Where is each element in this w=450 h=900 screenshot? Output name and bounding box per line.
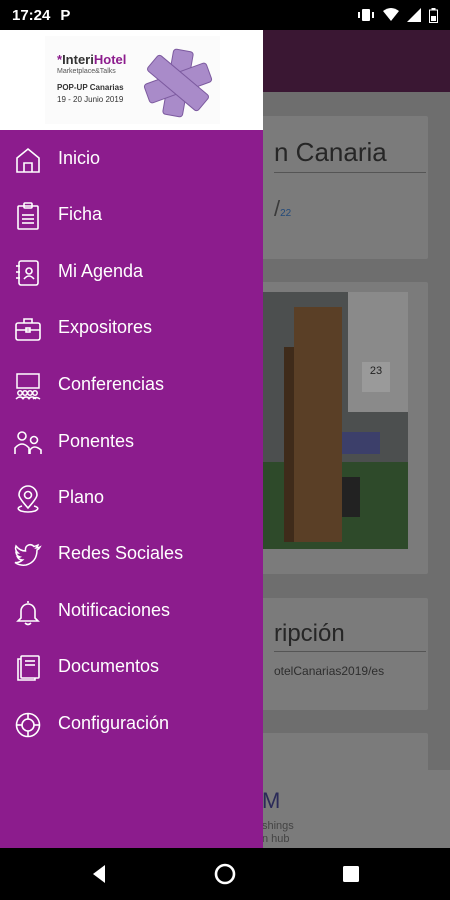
sponsor-text: shings xyxy=(262,820,294,832)
agenda-icon xyxy=(13,258,43,288)
twitter-icon xyxy=(13,540,43,570)
banner-event: POP-UP Canarias xyxy=(57,83,124,92)
description-url: otelCanarias2019/es xyxy=(274,664,385,678)
banner-title: *InteriHotel xyxy=(57,52,127,67)
menu-label: Ficha xyxy=(58,204,103,224)
menu-item-plano[interactable]: Plano xyxy=(0,470,263,526)
wifi-icon xyxy=(383,8,399,22)
menu-label: Mi Agenda xyxy=(58,261,144,281)
menu-item-notificaciones[interactable]: Notificaciones xyxy=(0,583,263,639)
description-title: ripción xyxy=(274,620,345,647)
system-navigation-bar xyxy=(0,848,450,900)
menu-label: Documentos xyxy=(58,656,160,676)
menu-label: Configuración xyxy=(58,713,170,733)
stand-photo: 23 xyxy=(262,292,408,549)
navigation-drawer: *InteriHotel Marketplace&Talks POP-UP Ca… xyxy=(0,30,263,848)
document-icon xyxy=(13,653,43,683)
photo-sign: 23 xyxy=(362,362,390,392)
bell-icon xyxy=(13,597,43,627)
menu-item-inicio[interactable]: Inicio xyxy=(0,131,263,187)
menu-label: Redes Sociales xyxy=(58,543,184,563)
vibrate-icon xyxy=(357,8,375,22)
status-bar: 17:24 P xyxy=(0,0,450,30)
recents-button[interactable] xyxy=(339,862,363,886)
parking-notification-icon: P xyxy=(60,6,71,24)
event-card-title: n Canaria xyxy=(274,137,387,167)
menu-item-mi-agenda[interactable]: Mi Agenda xyxy=(0,244,263,300)
menu-item-ponentes[interactable]: Ponentes xyxy=(0,414,263,470)
menu-item-documentos[interactable]: Documentos xyxy=(0,639,263,695)
briefcase-icon xyxy=(13,314,43,344)
home-button[interactable] xyxy=(213,862,237,886)
clipboard-icon xyxy=(13,201,43,231)
home-icon xyxy=(13,145,43,175)
menu-item-ficha[interactable]: Ficha xyxy=(0,187,263,243)
back-button[interactable] xyxy=(88,862,112,886)
menu-label: Notificaciones xyxy=(58,600,171,620)
menu-item-conferencias[interactable]: Conferencias xyxy=(0,357,263,413)
map-pin-icon xyxy=(13,484,43,514)
event-banner-logo: *InteriHotel Marketplace&Talks POP-UP Ca… xyxy=(45,36,220,124)
menu-label: Conferencias xyxy=(58,374,165,394)
signal-icon xyxy=(407,8,421,22)
menu-label: Inicio xyxy=(58,148,101,168)
banner-dates: 19 - 20 Junio 2019 xyxy=(57,95,124,104)
sponsor-logo: M xyxy=(262,788,282,813)
menu-item-expositores[interactable]: Expositores xyxy=(0,300,263,356)
menu-label: Plano xyxy=(58,487,105,507)
sponsor-text: n hub xyxy=(262,833,290,845)
settings-icon xyxy=(13,710,43,740)
conference-icon xyxy=(13,371,43,401)
menu-label: Expositores xyxy=(58,317,153,337)
menu-item-redes-sociales[interactable]: Redes Sociales xyxy=(0,526,263,582)
status-time: 17:24 xyxy=(12,6,51,24)
menu-item-configuracion[interactable]: Configuración xyxy=(0,696,263,752)
asterisk-logo-icon xyxy=(143,48,213,118)
drawer-header: *InteriHotel Marketplace&Talks POP-UP Ca… xyxy=(0,30,263,130)
menu-label: Ponentes xyxy=(58,431,135,451)
battery-icon xyxy=(429,7,438,23)
divider xyxy=(274,172,426,173)
event-card-date: /22 xyxy=(274,196,292,221)
speakers-icon xyxy=(13,428,43,458)
divider xyxy=(274,651,426,652)
banner-subtitle: Marketplace&Talks xyxy=(57,68,116,75)
